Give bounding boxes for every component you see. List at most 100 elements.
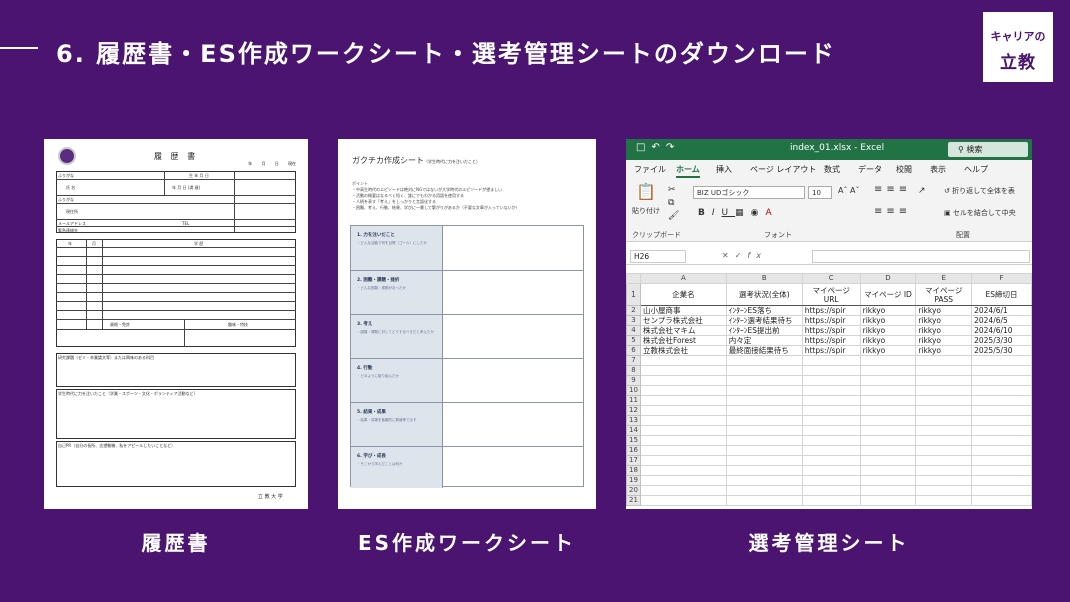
row-header[interactable]: 1: [626, 283, 641, 306]
col-header-e[interactable]: E: [915, 273, 973, 284]
hobby-label: 趣味・特技: [228, 322, 248, 327]
address-label: 現住所: [66, 209, 78, 214]
emergency-label: 緊急連絡先: [58, 228, 78, 233]
birth-fields: 年 月 日 (満 歳): [172, 185, 201, 190]
table-row[interactable]: 9: [626, 375, 1032, 386]
history-header: 学 歴: [194, 241, 204, 246]
es-title-sub: （学生時代に力を注いだこと）: [424, 159, 480, 164]
table-row[interactable]: 15: [626, 435, 1032, 446]
caption-es-sheet: ES作成ワークシート: [357, 531, 577, 555]
career-logo: キャリアの 立教: [983, 12, 1053, 82]
paste-button[interactable]: 貼り付け: [632, 206, 660, 216]
col-header-c[interactable]: C: [801, 273, 861, 284]
name-label: 氏 名: [66, 185, 76, 190]
es-title-main: ガクチカ作成シート: [352, 156, 424, 165]
corner-cell[interactable]: [626, 273, 641, 284]
formula-icons[interactable]: ✕✓fx: [722, 251, 767, 260]
search-label: 検索: [966, 145, 983, 154]
excel-titlebar: □↶↷ index_01.xlsx - Excel ⚲ 検索: [626, 139, 1032, 160]
table-row[interactable]: 6 立教株式会社 最終面接結果待ち https://spir rikkyo rikkyo…: [626, 345, 1032, 356]
spreadsheet-grid[interactable]: A B C D E F 1 企業名 選考状況(全体) マイページ URL マイペ…: [626, 273, 1032, 506]
es-points: ポイント ・中高生時代のエピソードは絶対にNGではないが大学時代のエピソードが望…: [352, 181, 520, 211]
resume-thumbnail[interactable]: 履 歴 書 年 月 日 現在 ふりがな 氏 名 生 年 月 日 年 月 日 (満…: [44, 139, 308, 509]
font-name-select[interactable]: BIZ UDゴシック: [693, 186, 805, 199]
year-header: 年: [68, 241, 72, 246]
quick-access-icons[interactable]: □↶↷: [636, 142, 680, 153]
table-row[interactable]: 3 センプラ株式会社 ｲﾝﾀｰﾝ選考結果待ち https://spir rikkyo r…: [626, 315, 1032, 326]
es-worksheet-thumbnail[interactable]: ガクチカ作成シート（学生時代に力を注いだこと） ポイント ・中高生時代のエピソー…: [338, 139, 596, 509]
paste-icon[interactable]: 📋: [636, 182, 656, 201]
table-row[interactable]: 18: [626, 465, 1032, 476]
tab-formulas[interactable]: 数式: [824, 164, 840, 175]
furigana-address-label: ふりがな: [58, 197, 74, 202]
table-row[interactable]: 11: [626, 395, 1032, 406]
tab-data[interactable]: データ: [858, 164, 882, 175]
resume-date: 年 月 日 現在: [248, 161, 296, 166]
month-header: 月: [92, 241, 96, 246]
table-row[interactable]: 20: [626, 485, 1032, 496]
table-row[interactable]: 14: [626, 425, 1032, 436]
table-row[interactable]: 8: [626, 365, 1032, 376]
col-header-a[interactable]: A: [639, 273, 727, 284]
table-row[interactable]: 5 株式会社Forest 内々定 https://spir rikkyo rikkyo 2…: [626, 335, 1032, 346]
university-name: 立 教 大 学: [258, 494, 283, 500]
ribbon: 📋 貼り付け ✂ ⧉ 🖌 BIZ UDゴシック 10 Aˆ Aˇ BIU▦◉A ≡≡…: [626, 178, 1032, 242]
tab-help[interactable]: ヘルプ: [964, 164, 988, 175]
col-header-b[interactable]: B: [725, 273, 803, 284]
formula-bar: H26 ✕✓fx: [626, 248, 1032, 265]
title-rule: [0, 47, 38, 49]
tracker-excel-thumbnail[interactable]: □↶↷ index_01.xlsx - Excel ⚲ 検索 ファイル ホーム …: [626, 139, 1032, 509]
align-top-icons[interactable]: ≡≡≡: [874, 184, 911, 195]
logo-line2: 立教: [1000, 53, 1036, 73]
font-size-select[interactable]: 10: [808, 186, 832, 199]
table-row[interactable]: 4 株式会社マキム ｲﾝﾀｰﾝES提出前 https://spir rikkyo rik…: [626, 325, 1032, 336]
col-header-d[interactable]: D: [859, 273, 917, 284]
tab-review[interactable]: 校閲: [896, 164, 912, 175]
table-row[interactable]: 21: [626, 495, 1032, 506]
merge-button[interactable]: ▣ セルを結合して中央: [944, 208, 1016, 218]
orientation-icon[interactable]: ↗: [918, 186, 926, 196]
font-style-buttons[interactable]: BIU▦◉A: [698, 208, 779, 218]
formula-input[interactable]: [812, 250, 1030, 263]
tab-page-layout[interactable]: ページ レイアウト: [750, 164, 816, 175]
font-grow-shrink-icon[interactable]: Aˆ Aˇ: [838, 186, 860, 195]
header-status[interactable]: 選考状況(全体): [725, 283, 803, 306]
group-alignment: 配置: [956, 231, 970, 239]
tab-file[interactable]: ファイル: [634, 164, 666, 175]
license-label: 資格・免許: [110, 322, 130, 327]
clipboard-tools-icon[interactable]: ✂ ⧉ 🖌: [668, 184, 679, 223]
align-horizontal-icons[interactable]: ≡≡≡: [874, 206, 911, 217]
excel-search[interactable]: ⚲ 検索: [948, 142, 1028, 157]
header-es-deadline[interactable]: ES締切日: [971, 283, 1032, 306]
table-row[interactable]: 7: [626, 355, 1032, 366]
header-mypage-id[interactable]: マイページ ID: [859, 283, 917, 306]
table-row[interactable]: 10: [626, 385, 1032, 396]
col-header-f[interactable]: F: [971, 273, 1032, 284]
wrap-text-button[interactable]: ↺ 折り返して全体を表: [944, 186, 1015, 196]
merge-label: セルを結合して中央: [952, 209, 1016, 217]
table-row[interactable]: 13: [626, 415, 1032, 426]
tel-label: TEL: [182, 221, 190, 226]
email-label: メールアドレス: [58, 221, 86, 226]
table-row[interactable]: 19: [626, 475, 1032, 486]
table-row[interactable]: 2 山小屋商事 ｲﾝﾀｰﾝES落ち https://spir rikkyo rikkyo…: [626, 305, 1032, 316]
es-row: 4. 行動 ・どのように取り組んだか: [351, 358, 583, 402]
tab-insert[interactable]: 挿入: [716, 164, 732, 175]
header-mypage-pass[interactable]: マイページ PASS: [915, 283, 973, 306]
profile-box: [56, 171, 296, 233]
fx-icon: fx: [747, 251, 767, 260]
header-company[interactable]: 企業名: [639, 283, 727, 306]
excel-filename: index_01.xlsx - Excel: [790, 143, 885, 153]
tab-view[interactable]: 表示: [930, 164, 946, 175]
furigana-label: ふりがな: [58, 173, 74, 178]
table-row[interactable]: 17: [626, 455, 1032, 466]
name-box[interactable]: H26: [630, 250, 686, 263]
header-mypage-url[interactable]: マイページ URL: [801, 283, 861, 306]
es-row: 1. 力を注いだこと ・どんな活動で何を目標（ゴール）にしたか: [351, 226, 583, 270]
selfpr-label: 自己PR（自分の長所、志望動機、私をアピールしたいことなど）: [58, 443, 176, 448]
group-clipboard: クリップボード: [632, 231, 681, 239]
seminar-label: 研究課題（ゼミ・卒業論文等）または興味のある科目: [58, 355, 154, 360]
table-row[interactable]: 12: [626, 405, 1032, 416]
tab-home[interactable]: ホーム: [676, 164, 700, 178]
table-row[interactable]: 16: [626, 445, 1032, 456]
